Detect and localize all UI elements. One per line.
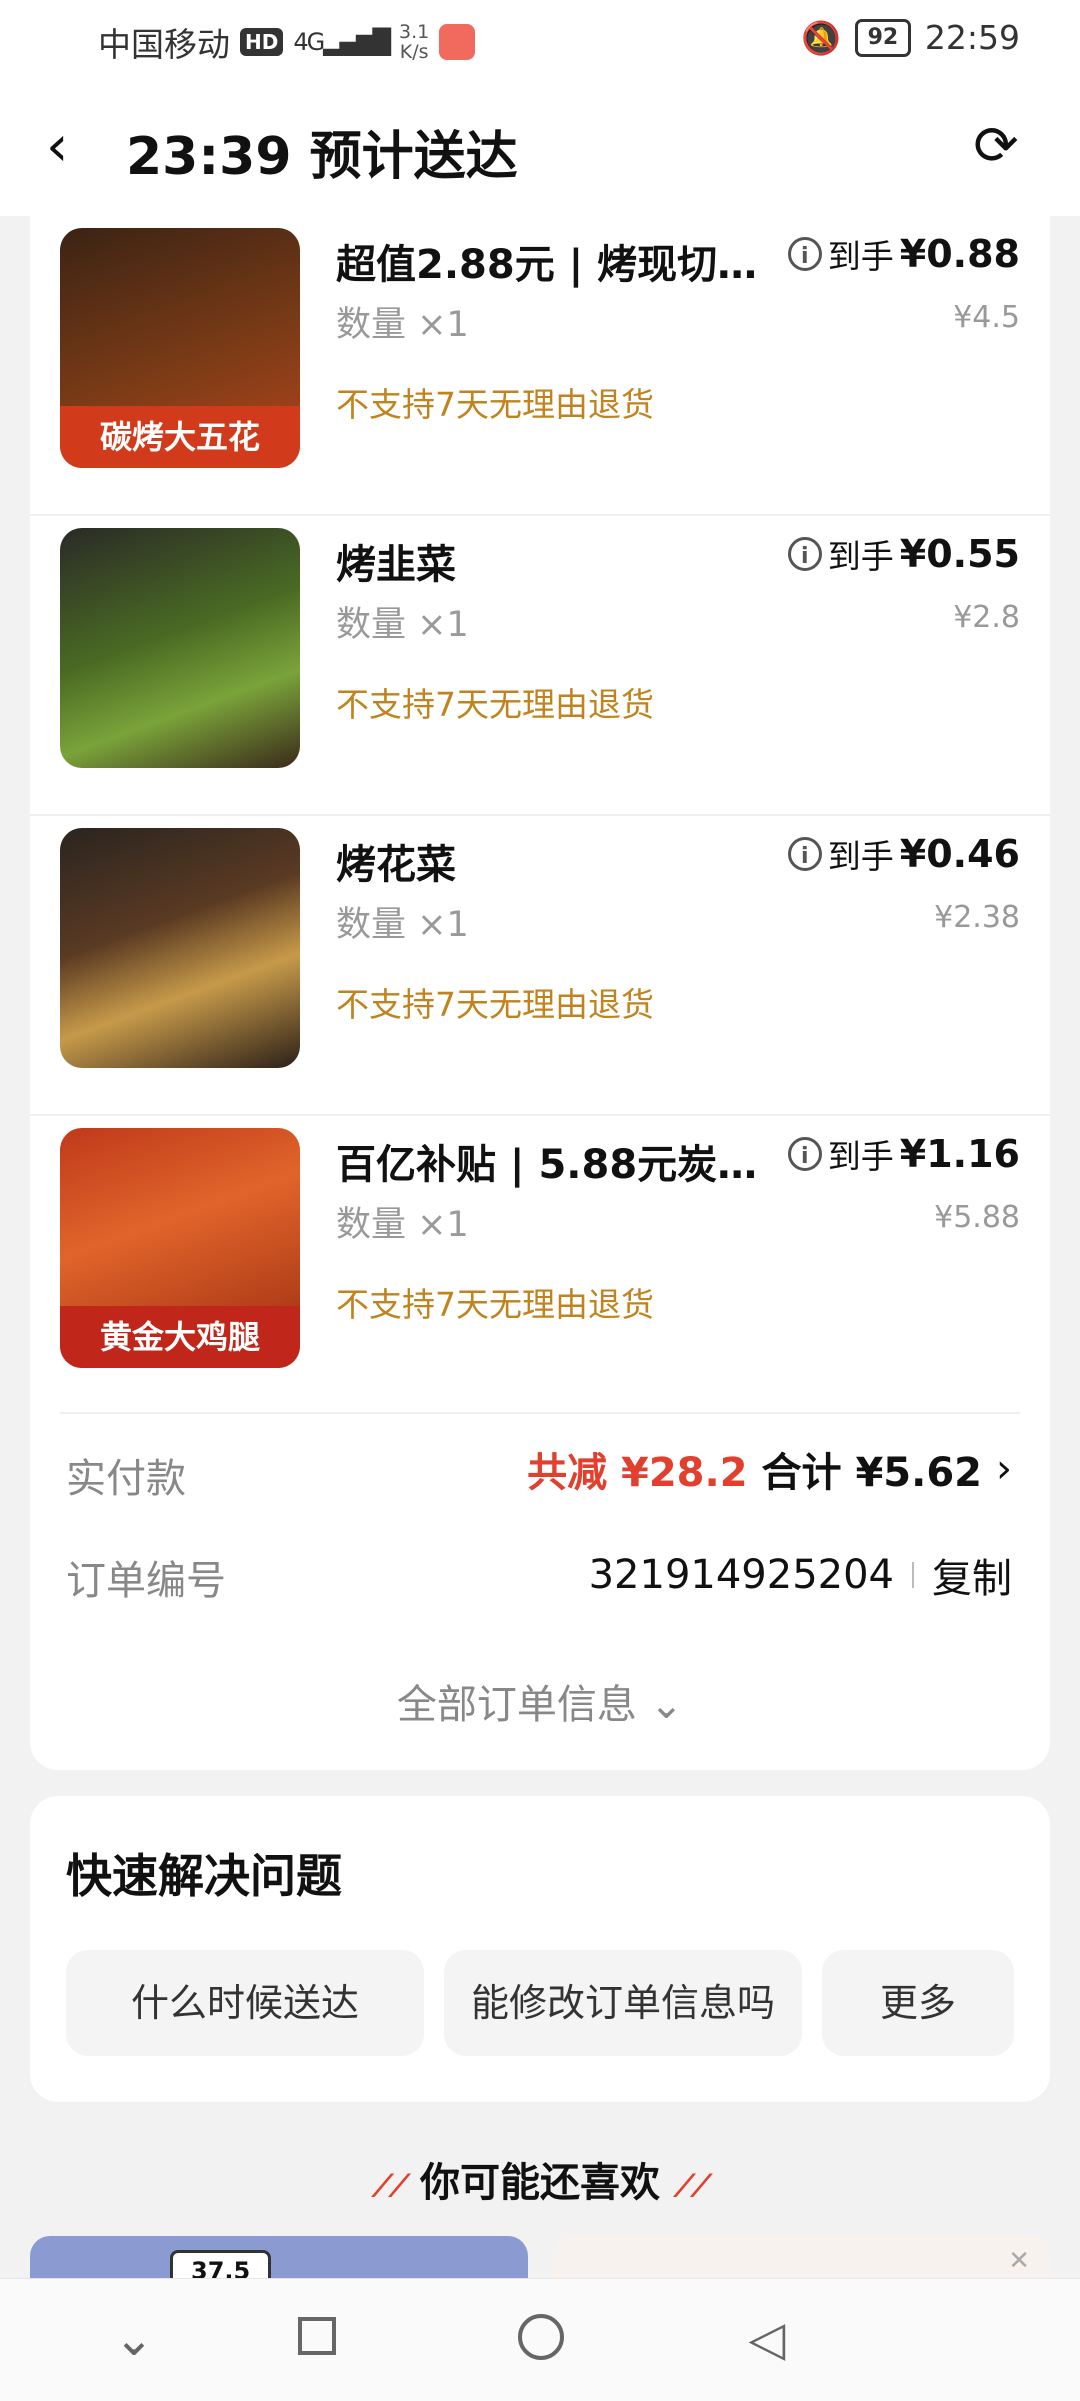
discount-amount: 共减 ¥28.2 bbox=[527, 1450, 748, 1496]
header: ‹ 23:39 预计送达 ⟳ bbox=[0, 80, 1080, 216]
status-right: 🔕 92 22:59 bbox=[801, 18, 1020, 57]
final-price: ¥1.16 bbox=[899, 1132, 1020, 1176]
quantity: 数量 ×1 bbox=[336, 905, 469, 945]
order-card: 碳烤大五花 超值2.88元 | 烤现切五花 数量 ×1 不支持7天无理由退货 i… bbox=[30, 216, 1050, 1770]
original-price: ¥2.8 bbox=[953, 600, 1020, 635]
carrier-name: 中国移动 bbox=[98, 25, 230, 64]
product-name[interactable]: 烤韭菜 bbox=[336, 532, 766, 590]
image-caption: 黄金大鸡腿 bbox=[60, 1306, 300, 1368]
back-arrow-icon[interactable]: ‹ bbox=[46, 118, 106, 178]
product-name[interactable]: 百亿补贴 | 5.88元炭烤鸡腿 bbox=[336, 1132, 766, 1190]
refresh-icon[interactable]: ⟳ bbox=[964, 114, 1028, 178]
order-item[interactable]: 黄金大鸡腿 百亿补贴 | 5.88元炭烤鸡腿 数量 ×1 不支持7天无理由退货 … bbox=[30, 1116, 1050, 1416]
all-order-info-toggle[interactable]: 全部订单信息 ⌄ bbox=[30, 1672, 1050, 1730]
order-item[interactable]: 碳烤大五花 超值2.88元 | 烤现切五花 数量 ×1 不支持7天无理由退货 i… bbox=[30, 216, 1050, 516]
product-name[interactable]: 超值2.88元 | 烤现切五花 bbox=[336, 232, 766, 290]
back-icon[interactable]: ◁ bbox=[737, 2309, 797, 2369]
recommend-title: ⟋⟋ 你可能还喜欢 ⟋⟋ bbox=[0, 2150, 1080, 2208]
battery-icon: 92 bbox=[854, 18, 911, 57]
more-button[interactable]: 更多 bbox=[822, 1950, 1014, 2056]
price-line: i 到手 ¥0.55 bbox=[787, 530, 1020, 578]
recommend-title-text: 你可能还喜欢 bbox=[420, 2160, 660, 2206]
final-price: ¥0.88 bbox=[899, 232, 1020, 276]
quick-solve-title: 快速解决问题 bbox=[66, 1849, 342, 1903]
hd-badge: HD bbox=[240, 28, 284, 56]
price-label: 到手 bbox=[827, 237, 894, 276]
status-left: 中国移动 HD 4G▂▄▆█ 3.1 K/s bbox=[98, 18, 476, 66]
total-amount: 合计 ¥5.62 bbox=[761, 1450, 982, 1496]
hide-nav-icon[interactable]: ⌄ bbox=[104, 2309, 164, 2369]
product-image[interactable] bbox=[60, 528, 300, 768]
signal-type: 4G bbox=[293, 28, 325, 56]
product-image[interactable] bbox=[60, 828, 300, 1068]
return-policy: 不支持7天无理由退货 bbox=[336, 685, 654, 724]
copy-button[interactable]: 复制 bbox=[932, 1546, 1012, 1604]
divider bbox=[60, 1412, 1020, 1414]
price-line: i 到手 ¥0.88 bbox=[787, 230, 1020, 278]
clock: 22:59 bbox=[924, 18, 1020, 57]
info-icon[interactable]: i bbox=[787, 1137, 822, 1171]
chevron-down-icon: ⌄ bbox=[649, 1682, 684, 1728]
quantity: 数量 ×1 bbox=[336, 605, 469, 645]
return-policy: 不支持7天无理由退货 bbox=[336, 385, 654, 424]
page-title: 23:39 预计送达 bbox=[126, 127, 518, 187]
final-price: ¥0.46 bbox=[899, 832, 1020, 876]
original-price: ¥4.5 bbox=[953, 300, 1020, 335]
chevron-right-icon[interactable]: › bbox=[996, 1446, 1012, 1492]
status-bar: 中国移动 HD 4G▂▄▆█ 3.1 K/s 🔕 92 22:59 bbox=[0, 0, 1080, 80]
price-label: 到手 bbox=[827, 837, 894, 876]
product-name[interactable]: 烤花菜 bbox=[336, 832, 766, 890]
product-image[interactable]: 碳烤大五花 bbox=[60, 228, 300, 468]
price-line: i 到手 ¥0.46 bbox=[787, 830, 1020, 878]
quantity: 数量 ×1 bbox=[336, 305, 469, 345]
divider bbox=[912, 1562, 914, 1588]
signal-icon: 4G▂▄▆█ bbox=[293, 28, 391, 56]
price-label: 到手 bbox=[827, 1137, 894, 1176]
huawei-app-icon bbox=[439, 24, 476, 60]
price-label: 到手 bbox=[827, 537, 894, 576]
paid-label: 实付款 bbox=[66, 1456, 186, 1502]
when-delivered-button[interactable]: 什么时候送达 bbox=[66, 1950, 424, 2056]
quantity: 数量 ×1 bbox=[336, 1205, 469, 1245]
net-speed-value: 3.1 bbox=[399, 21, 430, 43]
order-number: 321914925204 bbox=[588, 1552, 894, 1598]
image-caption: 碳烤大五花 bbox=[60, 406, 300, 468]
info-icon[interactable]: i bbox=[787, 237, 822, 271]
product-image[interactable]: 黄金大鸡腿 bbox=[60, 1128, 300, 1368]
original-price: ¥2.38 bbox=[934, 900, 1020, 935]
paid-summary[interactable]: 共减 ¥28.2 合计 ¥5.62 › bbox=[527, 1440, 1012, 1498]
info-icon[interactable]: i bbox=[787, 537, 822, 571]
return-policy: 不支持7天无理由退货 bbox=[336, 1285, 654, 1324]
info-icon[interactable]: i bbox=[787, 837, 822, 871]
price-line: i 到手 ¥1.16 bbox=[787, 1130, 1020, 1178]
order-item[interactable]: 烤韭菜 数量 ×1 不支持7天无理由退货 i 到手 ¥0.55 ¥2.8 bbox=[30, 516, 1050, 816]
original-price: ¥5.88 bbox=[934, 1200, 1020, 1235]
system-nav-bar: ⌄ ◁ bbox=[0, 2278, 1080, 2401]
return-policy: 不支持7天无理由退货 bbox=[336, 985, 654, 1024]
mute-bell-icon: 🔕 bbox=[801, 18, 841, 57]
order-number-label: 订单编号 bbox=[66, 1558, 226, 1604]
net-speed: 3.1 K/s bbox=[399, 22, 429, 62]
all-order-info-label: 全部订单信息 bbox=[396, 1682, 637, 1728]
decoration-icon: ⟋⟋ bbox=[372, 2169, 410, 2204]
recent-apps-icon[interactable] bbox=[287, 2309, 347, 2369]
net-speed-unit: K/s bbox=[399, 41, 429, 63]
close-icon[interactable]: ✕ bbox=[1008, 2246, 1030, 2276]
final-price: ¥0.55 bbox=[899, 532, 1020, 576]
modify-order-button[interactable]: 能修改订单信息吗 bbox=[444, 1950, 802, 2056]
decoration-icon: ⟋⟋ bbox=[673, 2169, 712, 2204]
order-item[interactable]: 烤花菜 数量 ×1 不支持7天无理由退货 i 到手 ¥0.46 ¥2.38 bbox=[30, 816, 1050, 1116]
order-number-row: 321914925204 复制 bbox=[589, 1546, 1012, 1604]
home-icon[interactable] bbox=[511, 2309, 571, 2369]
quick-solve-card: 快速解决问题 什么时候送达 能修改订单信息吗 更多 bbox=[30, 1796, 1050, 2102]
